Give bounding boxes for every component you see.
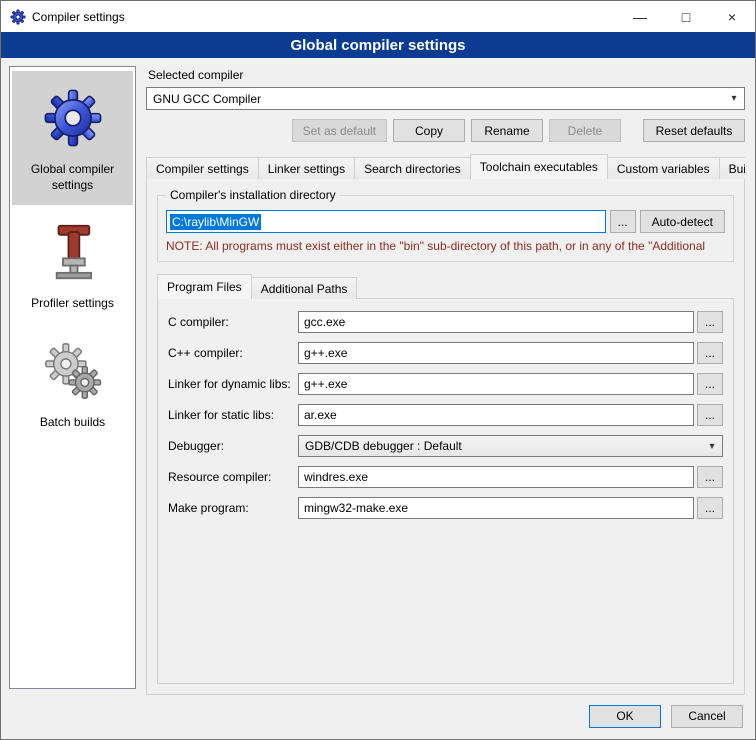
titlebar[interactable]: Compiler settings — □ × <box>1 1 755 32</box>
c-compiler-row: C compiler: gcc.exe ... <box>168 311 723 333</box>
installation-directory-selected-text: C:\raylib\MinGW <box>170 214 261 230</box>
cpp-compiler-input[interactable]: g++.exe <box>298 342 694 364</box>
bin-subdirectory-note: NOTE: All programs must exist either in … <box>166 239 725 253</box>
tab-custom-variables[interactable]: Custom variables <box>607 157 720 179</box>
program-files-panel: C compiler: gcc.exe ... C++ compiler: g+… <box>157 298 734 684</box>
installation-directory-input[interactable]: C:\raylib\MinGW <box>166 210 606 233</box>
make-program-value: mingw32-make.exe <box>304 501 408 515</box>
c-compiler-value: gcc.exe <box>304 315 345 329</box>
installation-directory-groupbox: Compiler's installation directory C:\ray… <box>157 195 734 262</box>
reset-defaults-button[interactable]: Reset defaults <box>643 119 745 142</box>
resource-compiler-label: Resource compiler: <box>168 470 298 484</box>
tab-linker-settings[interactable]: Linker settings <box>258 157 355 179</box>
compiler-settings-window: Compiler settings — □ × Global compiler … <box>0 0 756 740</box>
resource-compiler-input[interactable]: windres.exe <box>298 466 694 488</box>
installation-directory-row: C:\raylib\MinGW ... Auto-detect <box>166 210 725 233</box>
dialog-header-title: Global compiler settings <box>1 32 755 58</box>
dropdown-arrow-icon: ▾ <box>724 93 744 104</box>
linker-static-row: Linker for static libs: ar.exe ... <box>168 404 723 426</box>
compiler-actions-row: Set as default Copy Rename Delete Reset … <box>146 119 745 142</box>
sidebar-item-profiler-settings[interactable]: Profiler settings <box>12 205 133 324</box>
sidebar-item-global-compiler-settings[interactable]: Global compiler settings <box>12 71 133 205</box>
linker-static-browse-button[interactable]: ... <box>697 404 723 426</box>
resource-compiler-browse-button[interactable]: ... <box>697 466 723 488</box>
copy-button[interactable]: Copy <box>393 119 465 142</box>
dialog-body: Global compiler settings <box>1 58 755 699</box>
c-compiler-label: C compiler: <box>168 315 298 329</box>
make-program-row: Make program: mingw32-make.exe ... <box>168 497 723 519</box>
make-program-browse-button[interactable]: ... <box>697 497 723 519</box>
linker-dynamic-input[interactable]: g++.exe <box>298 373 694 395</box>
dialog-footer: OK Cancel <box>1 699 755 739</box>
linker-static-input[interactable]: ar.exe <box>298 404 694 426</box>
make-program-input[interactable]: mingw32-make.exe <box>298 497 694 519</box>
toolchain-executables-panel: Compiler's installation directory C:\ray… <box>146 178 745 695</box>
debugger-label: Debugger: <box>168 439 298 453</box>
c-compiler-browse-button[interactable]: ... <box>697 311 723 333</box>
blue-gear-icon <box>40 79 106 157</box>
sidebar-item-label: Profiler settings <box>31 296 114 312</box>
linker-static-label: Linker for static libs: <box>168 408 298 422</box>
debugger-row: Debugger: GDB/CDB debugger : Default ▾ <box>168 435 723 457</box>
app-gear-icon <box>10 9 26 25</box>
resource-compiler-value: windres.exe <box>304 470 368 484</box>
debugger-dropdown[interactable]: GDB/CDB debugger : Default ▾ <box>298 435 723 457</box>
dropdown-arrow-icon: ▾ <box>702 441 722 452</box>
auto-detect-button[interactable]: Auto-detect <box>640 210 725 233</box>
sidebar-item-label: Global compiler settings <box>14 162 131 193</box>
selected-compiler-value: GNU GCC Compiler <box>153 92 261 106</box>
installation-directory-group-label: Compiler's installation directory <box>166 188 340 202</box>
selected-compiler-dropdown[interactable]: GNU GCC Compiler ▾ <box>146 87 745 110</box>
tab-search-directories[interactable]: Search directories <box>354 157 471 179</box>
cpp-compiler-value: g++.exe <box>304 346 347 360</box>
linker-dynamic-value: g++.exe <box>304 377 347 391</box>
settings-tab-strip: Compiler settings Linker settings Search… <box>146 154 745 179</box>
main-panel: Selected compiler GNU GCC Compiler ▾ Set… <box>146 66 745 695</box>
c-compiler-input[interactable]: gcc.exe <box>298 311 694 333</box>
settings-category-sidebar: Global compiler settings <box>9 66 136 689</box>
rename-button[interactable]: Rename <box>471 119 543 142</box>
window-title: Compiler settings <box>32 10 617 24</box>
ok-button[interactable]: OK <box>589 705 661 728</box>
tab-additional-paths[interactable]: Additional Paths <box>251 277 358 299</box>
program-files-tab-strip: Program Files Additional Paths <box>157 274 734 299</box>
maximize-button[interactable]: □ <box>663 1 709 32</box>
make-program-label: Make program: <box>168 501 298 515</box>
sidebar-item-batch-builds[interactable]: Batch builds <box>12 324 133 443</box>
tab-compiler-settings[interactable]: Compiler settings <box>146 157 259 179</box>
tab-toolchain-executables[interactable]: Toolchain executables <box>470 154 608 179</box>
cpp-compiler-browse-button[interactable]: ... <box>697 342 723 364</box>
linker-dynamic-label: Linker for dynamic libs: <box>168 377 298 391</box>
linker-dynamic-browse-button[interactable]: ... <box>697 373 723 395</box>
linker-dynamic-row: Linker for dynamic libs: g++.exe ... <box>168 373 723 395</box>
linker-static-value: ar.exe <box>304 408 337 422</box>
window-controls: — □ × <box>617 1 755 32</box>
cancel-button[interactable]: Cancel <box>671 705 743 728</box>
installation-directory-browse-button[interactable]: ... <box>610 210 636 233</box>
sidebar-item-label: Batch builds <box>40 415 105 431</box>
tab-build-options[interactable]: Buil <box>719 157 745 179</box>
tab-program-files[interactable]: Program Files <box>157 274 252 299</box>
close-button[interactable]: × <box>709 1 755 32</box>
selected-compiler-label: Selected compiler <box>148 68 745 82</box>
profiler-tool-icon <box>44 213 102 291</box>
debugger-value: GDB/CDB debugger : Default <box>305 439 462 453</box>
minimize-button[interactable]: — <box>617 1 663 32</box>
resource-compiler-row: Resource compiler: windres.exe ... <box>168 466 723 488</box>
set-as-default-button[interactable]: Set as default <box>292 119 387 142</box>
delete-button[interactable]: Delete <box>549 119 621 142</box>
cpp-compiler-row: C++ compiler: g++.exe ... <box>168 342 723 364</box>
batch-builds-gears-icon <box>43 332 103 410</box>
cpp-compiler-label: C++ compiler: <box>168 346 298 360</box>
